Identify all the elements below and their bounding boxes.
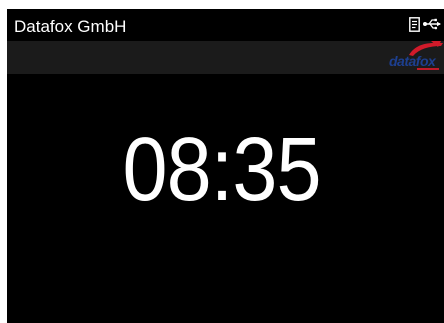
- status-icons: [409, 14, 441, 34]
- title-bar: Datafox GmbH: [7, 9, 444, 41]
- usb-icon: [423, 18, 441, 30]
- document-icon: [409, 16, 420, 32]
- info-strip: [7, 41, 387, 74]
- clock-display: 08:35: [122, 120, 321, 220]
- logo-wordmark: datafox: [389, 53, 436, 69]
- company-title: Datafox GmbH: [14, 17, 127, 36]
- datafox-logo: datafox: [387, 41, 444, 74]
- logo-underline: [417, 68, 439, 70]
